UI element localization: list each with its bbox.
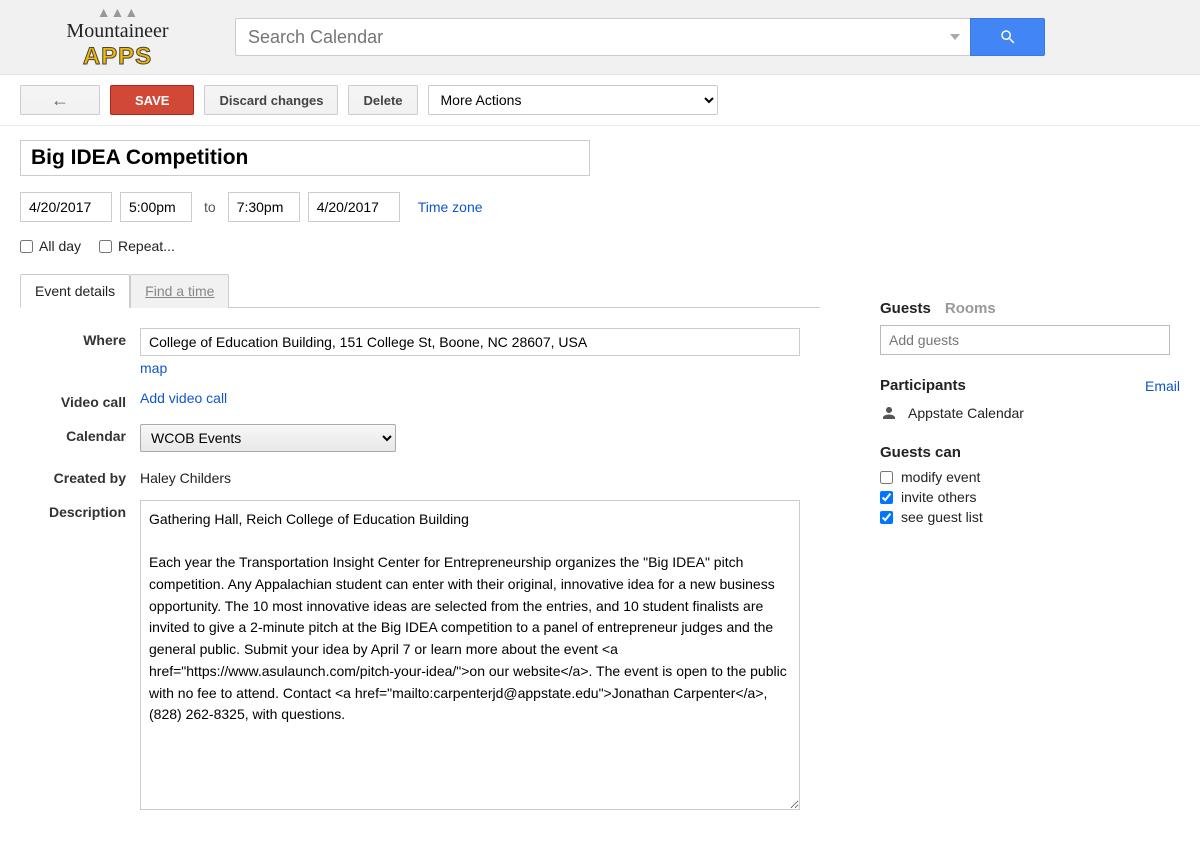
delete-button[interactable]: Delete <box>348 85 417 115</box>
start-date-input[interactable] <box>20 192 112 222</box>
where-input[interactable] <box>140 328 800 356</box>
calendar-label: Calendar <box>20 424 140 452</box>
save-button[interactable]: SAVE <box>110 85 194 115</box>
add-guests-input[interactable] <box>880 325 1170 355</box>
right-sidebar: Guests Rooms Participants Email Appstate… <box>880 140 1180 827</box>
participant-name: Appstate Calendar <box>908 405 1024 421</box>
where-label: Where <box>20 328 140 376</box>
search-button[interactable] <box>970 18 1045 56</box>
perm-invite-label[interactable]: invite others <box>880 489 1180 505</box>
event-title-input[interactable] <box>20 140 590 176</box>
all-day-label[interactable]: All day <box>20 238 81 254</box>
video-row: Video call Add video call <box>20 390 820 410</box>
calendar-row: Calendar WCOB Events <box>20 424 820 452</box>
perm-see-label[interactable]: see guest list <box>880 509 1180 525</box>
perm-see-text: see guest list <box>901 509 983 525</box>
details-panel: Where map Video call Add video call Cale… <box>20 308 820 813</box>
main: to Time zone All day Repeat... Event det… <box>0 126 1200 847</box>
check-row: All day Repeat... <box>20 238 820 254</box>
end-date-input[interactable] <box>308 192 400 222</box>
add-video-call-link[interactable]: Add video call <box>140 390 227 406</box>
search-icon <box>999 28 1017 46</box>
where-row: Where map <box>20 328 820 376</box>
search-dropdown-caret[interactable] <box>940 18 970 56</box>
perm-modify-text: modify event <box>901 469 980 485</box>
tab-guests[interactable]: Guests <box>880 300 931 317</box>
video-call-label: Video call <box>20 390 140 410</box>
perm-modify-checkbox[interactable] <box>880 471 893 484</box>
header-bar: ▲▲▲ Mountaineer APPS <box>0 0 1200 75</box>
perm-see-checkbox[interactable] <box>880 511 893 524</box>
participants-header: Participants Email <box>880 377 1180 394</box>
person-icon <box>880 404 898 422</box>
tab-find-a-time[interactable]: Find a time <box>130 274 229 308</box>
created-by-label: Created by <box>20 466 140 486</box>
guests-can-title: Guests can <box>880 444 1180 461</box>
permissions-list: modify event invite others see guest lis… <box>880 469 1180 525</box>
left-column: to Time zone All day Repeat... Event det… <box>20 140 820 827</box>
all-day-checkbox[interactable] <box>20 240 33 253</box>
back-button[interactable]: ← <box>20 85 100 115</box>
description-row: Description Gathering Hall, Reich Colleg… <box>20 500 820 813</box>
perm-modify-label[interactable]: modify event <box>880 469 1180 485</box>
map-link[interactable]: map <box>140 360 820 376</box>
logo-script: Mountaineer <box>66 20 168 43</box>
tab-rooms[interactable]: Rooms <box>945 300 996 317</box>
detail-tabs: Event details Find a time <box>20 274 820 308</box>
end-time-input[interactable] <box>228 192 300 222</box>
participants-title: Participants <box>880 377 966 394</box>
all-day-text: All day <box>39 238 81 254</box>
email-guests-link[interactable]: Email <box>1145 378 1180 394</box>
logo[interactable]: ▲▲▲ Mountaineer APPS <box>20 7 215 67</box>
toolbar: ← SAVE Discard changes Delete More Actio… <box>0 75 1200 126</box>
to-label: to <box>200 199 220 215</box>
description-label: Description <box>20 500 140 813</box>
participant-row: Appstate Calendar <box>880 404 1180 422</box>
created-by-row: Created by Haley Childers <box>20 466 820 486</box>
timezone-link[interactable]: Time zone <box>418 199 483 215</box>
start-time-input[interactable] <box>120 192 192 222</box>
tab-event-details[interactable]: Event details <box>20 274 130 308</box>
repeat-label[interactable]: Repeat... <box>99 238 175 254</box>
time-row: to Time zone <box>20 192 820 222</box>
back-arrow-icon: ← <box>51 90 69 111</box>
discard-button[interactable]: Discard changes <box>204 85 338 115</box>
created-by-value: Haley Childers <box>140 466 820 486</box>
mountain-icon: ▲▲▲ <box>97 4 139 20</box>
repeat-checkbox[interactable] <box>99 240 112 253</box>
logo-apps: APPS <box>83 43 152 71</box>
perm-invite-text: invite others <box>901 489 976 505</box>
calendar-select[interactable]: WCOB Events <box>140 424 396 452</box>
sidebar-tabs: Guests Rooms <box>880 300 1180 317</box>
perm-invite-checkbox[interactable] <box>880 491 893 504</box>
repeat-text: Repeat... <box>118 238 175 254</box>
search-input[interactable] <box>235 18 940 56</box>
search-wrap <box>235 18 1045 56</box>
more-actions-select[interactable]: More Actions <box>428 85 718 115</box>
description-textarea[interactable]: Gathering Hall, Reich College of Educati… <box>140 500 800 810</box>
